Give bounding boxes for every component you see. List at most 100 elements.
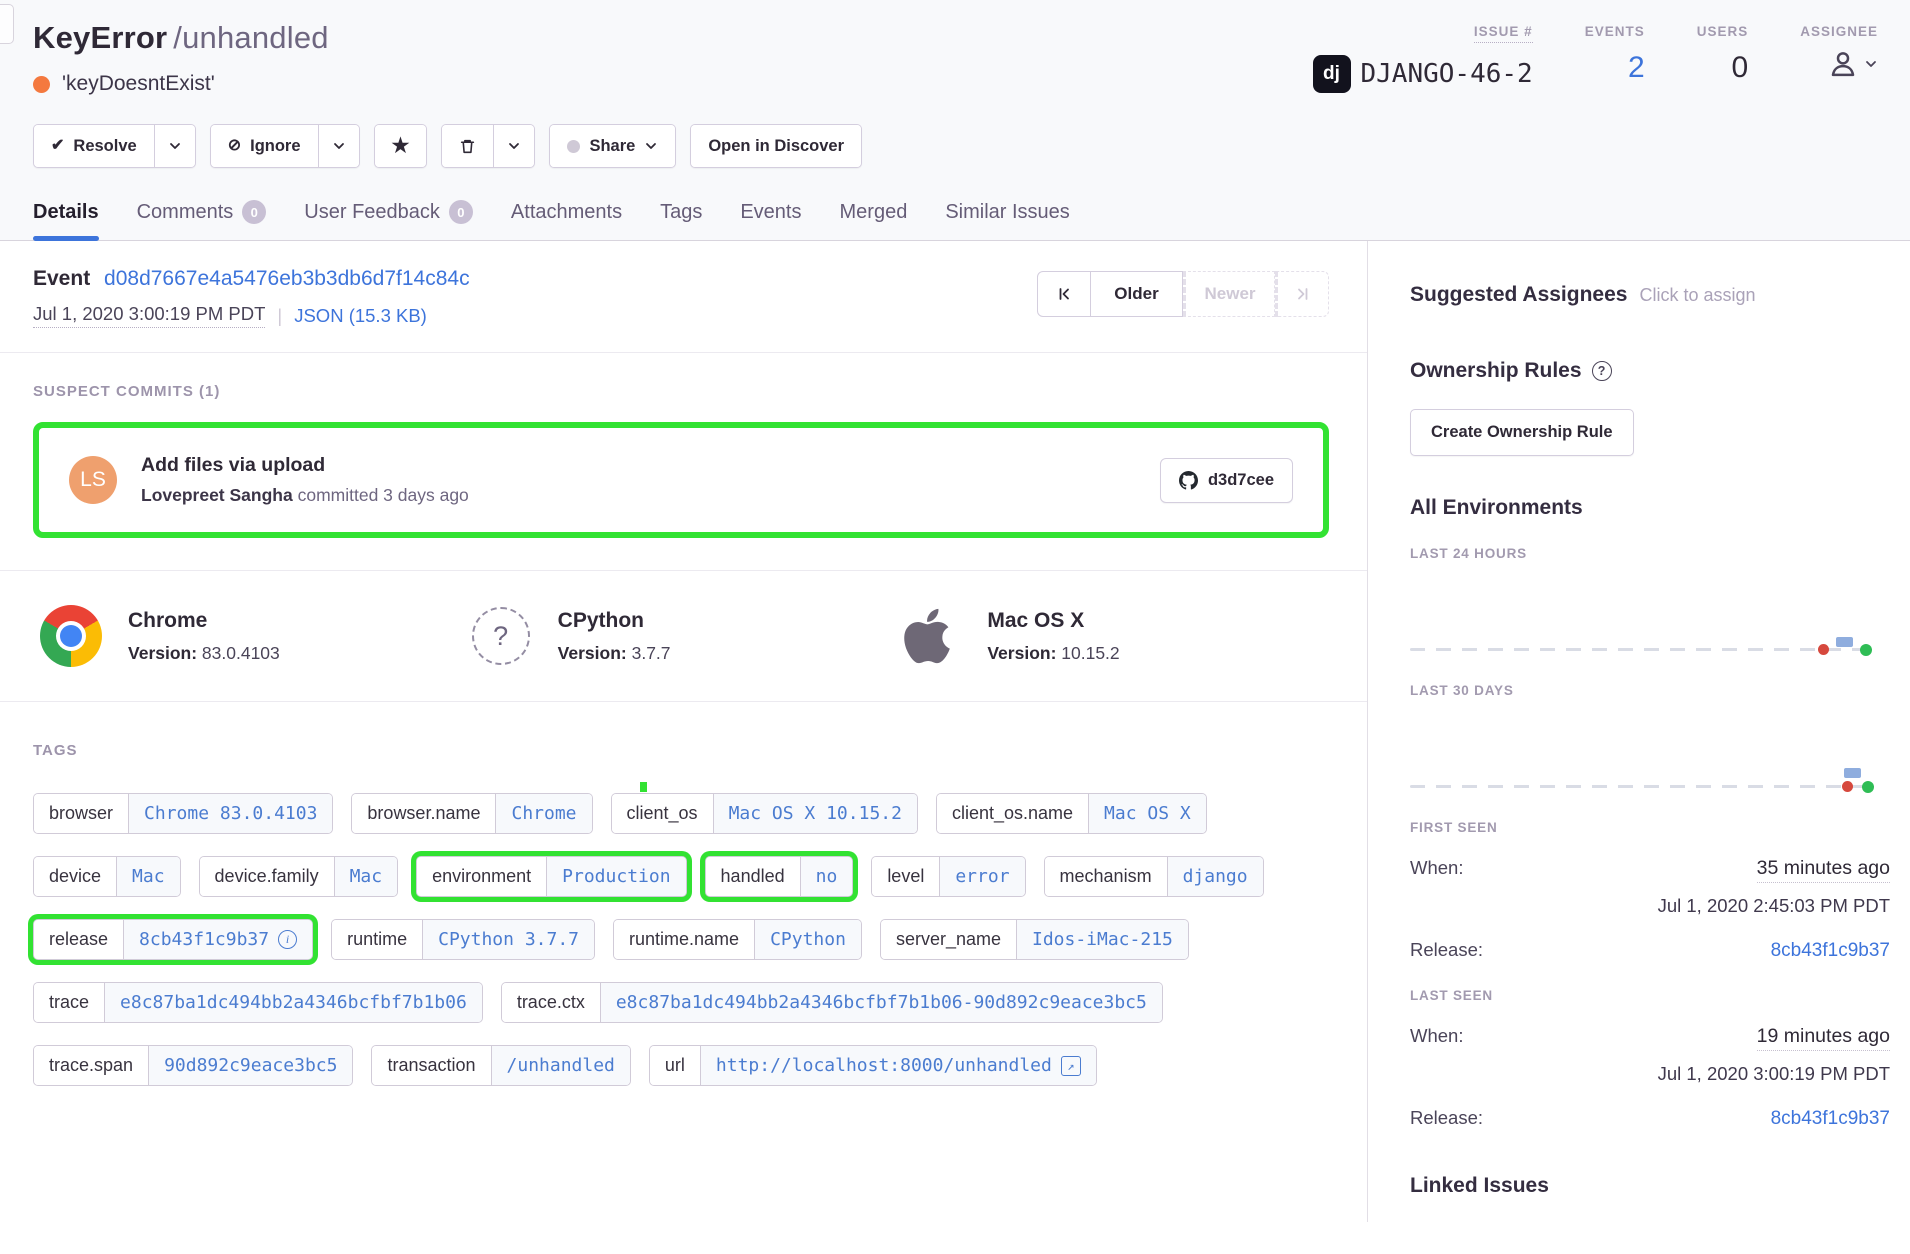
newer-event-button[interactable]: Newer: [1183, 271, 1275, 317]
context-version-label: Version:: [558, 643, 627, 663]
tag-value-link[interactable]: 90d892c9eace3bc5: [148, 1046, 352, 1085]
tab-similar-issues[interactable]: Similar Issues: [945, 200, 1069, 240]
tab-tags[interactable]: Tags: [660, 200, 702, 240]
resolve-button[interactable]: ✔ Resolve: [34, 125, 154, 167]
tag-key: release: [34, 920, 123, 959]
tag-value-link[interactable]: 8cb43f1c9b37i: [123, 920, 312, 959]
tab-user-feedback[interactable]: User Feedback0: [304, 200, 473, 240]
tab-attachments[interactable]: Attachments: [511, 200, 622, 240]
tag-value-link[interactable]: Mac: [116, 857, 180, 896]
commit-author-avatar: LS: [69, 456, 117, 504]
context-version-label: Version:: [128, 643, 197, 663]
context-version-value: 3.7.7: [627, 643, 671, 663]
tag-value-link[interactable]: Production: [546, 857, 685, 896]
tag-value-link[interactable]: Mac OS X: [1088, 794, 1206, 833]
latest-event-button[interactable]: [1275, 271, 1329, 317]
event-bar-icon: [1844, 768, 1861, 778]
ignore-dropdown-button[interactable]: [318, 125, 359, 167]
tag-value-link[interactable]: Chrome 83.0.4103: [128, 794, 332, 833]
issue-number-label: ISSUE #: [1474, 24, 1533, 43]
tag-value-text: Mac: [132, 866, 165, 887]
tag-value-link[interactable]: Mac: [334, 857, 398, 896]
tab-details[interactable]: Details: [33, 200, 99, 240]
context-cpython: ?CPythonVersion: 3.7.7: [470, 605, 900, 667]
event-id-link[interactable]: d08d7667e4a5476eb3b3db6d7f14c84c: [104, 267, 470, 290]
github-icon: [1179, 471, 1198, 490]
tag-url: urlhttp://localhost:8000/unhandled↗: [649, 1045, 1097, 1086]
tags-section: TAGS browserChrome 83.0.4103browser.name…: [0, 702, 1367, 1086]
last-seen-marker-icon: [1862, 781, 1874, 793]
stat-issue-number: ISSUE # dj DJANGO-46-2: [1313, 24, 1533, 93]
first-seen-release-link[interactable]: 8cb43f1c9b37: [1771, 940, 1890, 962]
tab-events[interactable]: Events: [740, 200, 801, 240]
tag-value-link[interactable]: Chrome: [495, 794, 591, 833]
stat-events: EVENTS 2: [1585, 24, 1645, 93]
last-seen-when-label: When:: [1410, 1025, 1463, 1047]
tag-value-link[interactable]: CPython 3.7.7: [422, 920, 594, 959]
tag-value-text: error: [955, 866, 1009, 887]
last-24-hours-sparkline[interactable]: [1410, 561, 1876, 657]
ignore-button[interactable]: ⊘ Ignore: [211, 125, 318, 167]
issue-sidebar: Suggested Assignees Click to assign Owne…: [1368, 241, 1910, 1222]
create-ownership-rule-button[interactable]: Create Ownership Rule: [1410, 409, 1634, 456]
tag-value-link[interactable]: e8c87ba1dc494bb2a4346bcfbf7b1b06: [104, 983, 482, 1022]
events-count[interactable]: 2: [1628, 51, 1645, 85]
tag-value-link[interactable]: e8c87ba1dc494bb2a4346bcfbf7b1b06-90d892c…: [600, 983, 1162, 1022]
tag-level: level error: [871, 856, 1025, 897]
event-bar-icon: [1836, 637, 1853, 647]
tab-label: Similar Issues: [945, 201, 1069, 224]
tag-trace: tracee8c87ba1dc494bb2a4346bcfbf7b1b06: [33, 982, 483, 1023]
tag-value-link[interactable]: no: [800, 857, 853, 896]
tag-key: server_name: [881, 920, 1016, 959]
help-icon[interactable]: ?: [1592, 361, 1612, 381]
tab-label: Details: [33, 201, 99, 224]
tag-key: trace.span: [34, 1046, 148, 1085]
resolve-dropdown-button[interactable]: [154, 125, 195, 167]
open-in-discover-button[interactable]: Open in Discover: [691, 125, 861, 167]
tab-label: Merged: [840, 201, 908, 224]
tag-value-link[interactable]: CPython: [754, 920, 861, 959]
tag-value-link[interactable]: http://localhost:8000/unhandled↗: [700, 1046, 1096, 1085]
tag-key: client_os.name: [937, 794, 1088, 833]
window-edge-artifact: [0, 4, 14, 44]
tag-value-link[interactable]: /unhandled: [491, 1046, 630, 1085]
tag-release: release8cb43f1c9b37i: [33, 919, 313, 960]
last-seen-marker-icon: [1860, 644, 1872, 656]
tag-key: handled: [706, 857, 800, 896]
event-pager: Older Newer: [1037, 271, 1329, 317]
tab-badge: 0: [449, 200, 473, 224]
tab-comments[interactable]: Comments0: [137, 200, 267, 240]
info-icon[interactable]: i: [278, 930, 297, 949]
external-link-icon[interactable]: ↗: [1061, 1056, 1081, 1076]
tab-label: Events: [740, 201, 801, 224]
delete-dropdown-button[interactable]: [493, 125, 534, 167]
first-seen-marker-icon: [1842, 781, 1853, 792]
delete-button[interactable]: [442, 125, 493, 167]
resolve-button-group: ✔ Resolve: [33, 124, 196, 168]
tag-value-link[interactable]: Mac OS X 10.15.2: [713, 794, 917, 833]
tag-value-text: Mac OS X: [1104, 803, 1191, 824]
share-button[interactable]: Share: [550, 125, 675, 167]
assignee-dropdown[interactable]: [1828, 49, 1878, 79]
tag-value-text: Mac: [350, 866, 383, 887]
bookmark-star-button[interactable]: ★: [375, 125, 427, 167]
oldest-event-button[interactable]: [1037, 271, 1091, 317]
tab-merged[interactable]: Merged: [840, 200, 908, 240]
last-30-days-sparkline[interactable]: [1410, 698, 1876, 794]
raw-json-link[interactable]: JSON (15.3 KB): [294, 305, 427, 327]
tag-value-text: /unhandled: [507, 1055, 615, 1076]
tag-device: deviceMac: [33, 856, 181, 897]
tag-value-text: Production: [562, 866, 670, 887]
ignore-button-group: ⊘ Ignore: [210, 124, 360, 168]
last-seen-release-link[interactable]: 8cb43f1c9b37: [1771, 1108, 1890, 1130]
tag-value-link[interactable]: django: [1167, 857, 1263, 896]
tag-value-link[interactable]: Idos-iMac-215: [1016, 920, 1188, 959]
suggested-assignees-title: Suggested Assignees: [1410, 283, 1627, 307]
older-event-button[interactable]: Older: [1091, 271, 1183, 317]
discover-button-group: Open in Discover: [690, 124, 862, 168]
tag-value-link[interactable]: error: [939, 857, 1024, 896]
all-environments-title: All Environments: [1410, 496, 1890, 520]
commit-sha-button[interactable]: d3d7cee: [1160, 458, 1293, 503]
tag-key: level: [872, 857, 939, 896]
users-count[interactable]: 0: [1732, 51, 1749, 85]
